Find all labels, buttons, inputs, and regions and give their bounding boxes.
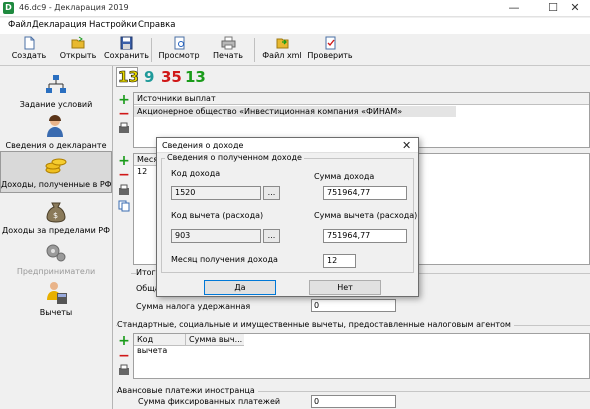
app-icon: D [3, 2, 14, 14]
edit-income-icon[interactable] [118, 184, 130, 196]
menu-help[interactable]: Справка [138, 20, 175, 30]
remove-deduction-button[interactable]: − [118, 349, 130, 363]
sidebar-item-income-rf[interactable]: Доходы, полученные в РФ [0, 151, 112, 193]
network-tree-icon [46, 75, 66, 93]
sidebar-item-deductions[interactable]: Вычеты [0, 280, 112, 320]
preview-document-icon [174, 36, 184, 50]
month-label: Месяц получения дохода [171, 255, 278, 264]
dialog-title: Сведения о доходе [162, 141, 244, 150]
income-details-dialog: Сведения о доходе ✕ Сведения о полученно… [156, 137, 419, 297]
income-code-field[interactable]: 1520 [171, 186, 261, 200]
rate-13: 13 [118, 68, 139, 87]
money-bag-icon: $ [46, 202, 66, 223]
printer-icon [221, 36, 235, 50]
rate-35[interactable]: 35 [161, 68, 182, 86]
sidebar-item-declarant[interactable]: Сведения о декларанте [0, 113, 112, 151]
deduction-code-browse-button[interactable]: ... [263, 229, 280, 243]
income-sum-field[interactable]: 751964,77 [323, 186, 407, 200]
edit-source-icon[interactable] [118, 122, 130, 134]
coins-icon [45, 158, 67, 174]
dialog-close-button[interactable]: ✕ [402, 139, 411, 152]
fixed-payments-field[interactable]: 0 [311, 395, 396, 408]
source-row[interactable]: Акционерное общество «Инвестиционная ком… [134, 106, 456, 117]
edit-deduction-icon[interactable] [118, 364, 130, 376]
rate-9[interactable]: 9 [144, 68, 154, 86]
fixed-payments-label: Сумма фиксированных платежей [138, 397, 281, 406]
income-code-label: Код дохода [171, 169, 221, 178]
add-source-button[interactable]: + [118, 93, 130, 107]
new-document-icon [24, 36, 34, 50]
add-deduction-button[interactable]: + [118, 334, 130, 348]
sidebar-item-income-abroad[interactable]: $ Доходы за пределами РФ [0, 198, 112, 236]
menu-declaration[interactable]: Декларация [32, 20, 87, 30]
minimize-button[interactable]: — [499, 0, 529, 17]
xml-export-icon [276, 38, 288, 49]
remove-source-button[interactable]: − [118, 107, 130, 121]
ok-button[interactable]: Да [204, 280, 276, 295]
preview-button[interactable]: Просмотр [157, 35, 201, 64]
deduction-sum-field[interactable]: 751964,77 [323, 229, 407, 243]
month-field[interactable]: 12 [323, 254, 356, 268]
checklist-icon [325, 36, 335, 50]
xml-file-button[interactable]: Файл xml [260, 35, 304, 64]
person-calculator-icon [47, 282, 67, 304]
svg-text:$: $ [53, 211, 58, 220]
sidebar-item-conditions[interactable]: Задание условий [0, 72, 112, 110]
sidebar-item-entrepreneurs[interactable]: Предприниматели [0, 239, 112, 276]
check-button[interactable]: Проверить [307, 35, 353, 64]
deductions-legend: Стандартные, социальные и имущественные … [117, 320, 514, 329]
income-sum-label: Сумма дохода [314, 172, 375, 181]
window-title: 46.dc9 - Декларация 2019 [19, 3, 129, 12]
deductions-col-code: Код вычета [134, 334, 186, 355]
gears-icon [46, 244, 66, 262]
deductions-col-sum: Сумма выч... [189, 335, 243, 344]
deductions-header: Код вычета Сумма выч... [134, 334, 244, 355]
sources-header: Источники выплат [134, 93, 589, 105]
deduction-code-field[interactable]: 903 [171, 229, 261, 243]
save-button[interactable]: Сохранить [104, 35, 149, 64]
save-disk-icon [120, 36, 132, 50]
remove-income-button[interactable]: − [118, 168, 130, 182]
open-folder-icon [71, 36, 84, 49]
advance-legend: Авансовые платежи иностранца [117, 386, 258, 395]
tax-withheld-label: Сумма налога удержанная [136, 302, 251, 311]
open-button[interactable]: Открыть [58, 35, 98, 64]
person-icon [47, 115, 63, 137]
tax-withheld-field[interactable]: 0 [311, 299, 396, 312]
cancel-button[interactable]: Нет [309, 280, 381, 295]
menu-file[interactable]: Файл [8, 20, 31, 30]
menu-settings[interactable]: Настройки [89, 20, 137, 30]
create-button[interactable]: Создать [9, 35, 49, 64]
income-code-browse-button[interactable]: ... [263, 186, 280, 200]
print-button[interactable]: Печать [208, 35, 248, 64]
copy-icon[interactable] [118, 200, 130, 212]
close-window-button[interactable]: ✕ [560, 0, 590, 17]
deduction-code-label: Код вычета (расхода) [171, 211, 264, 220]
deduction-sum-label: Сумма вычета (расхода) [314, 211, 418, 220]
rate-13-nonresident[interactable]: 13 [185, 68, 206, 86]
toolbar-separator [254, 38, 255, 62]
dialog-group-legend: Сведения о полученном доходе [165, 153, 304, 162]
add-income-button[interactable]: + [118, 154, 130, 168]
deductions-table: Код вычета Сумма выч... [133, 333, 590, 379]
toolbar-separator [151, 38, 152, 62]
